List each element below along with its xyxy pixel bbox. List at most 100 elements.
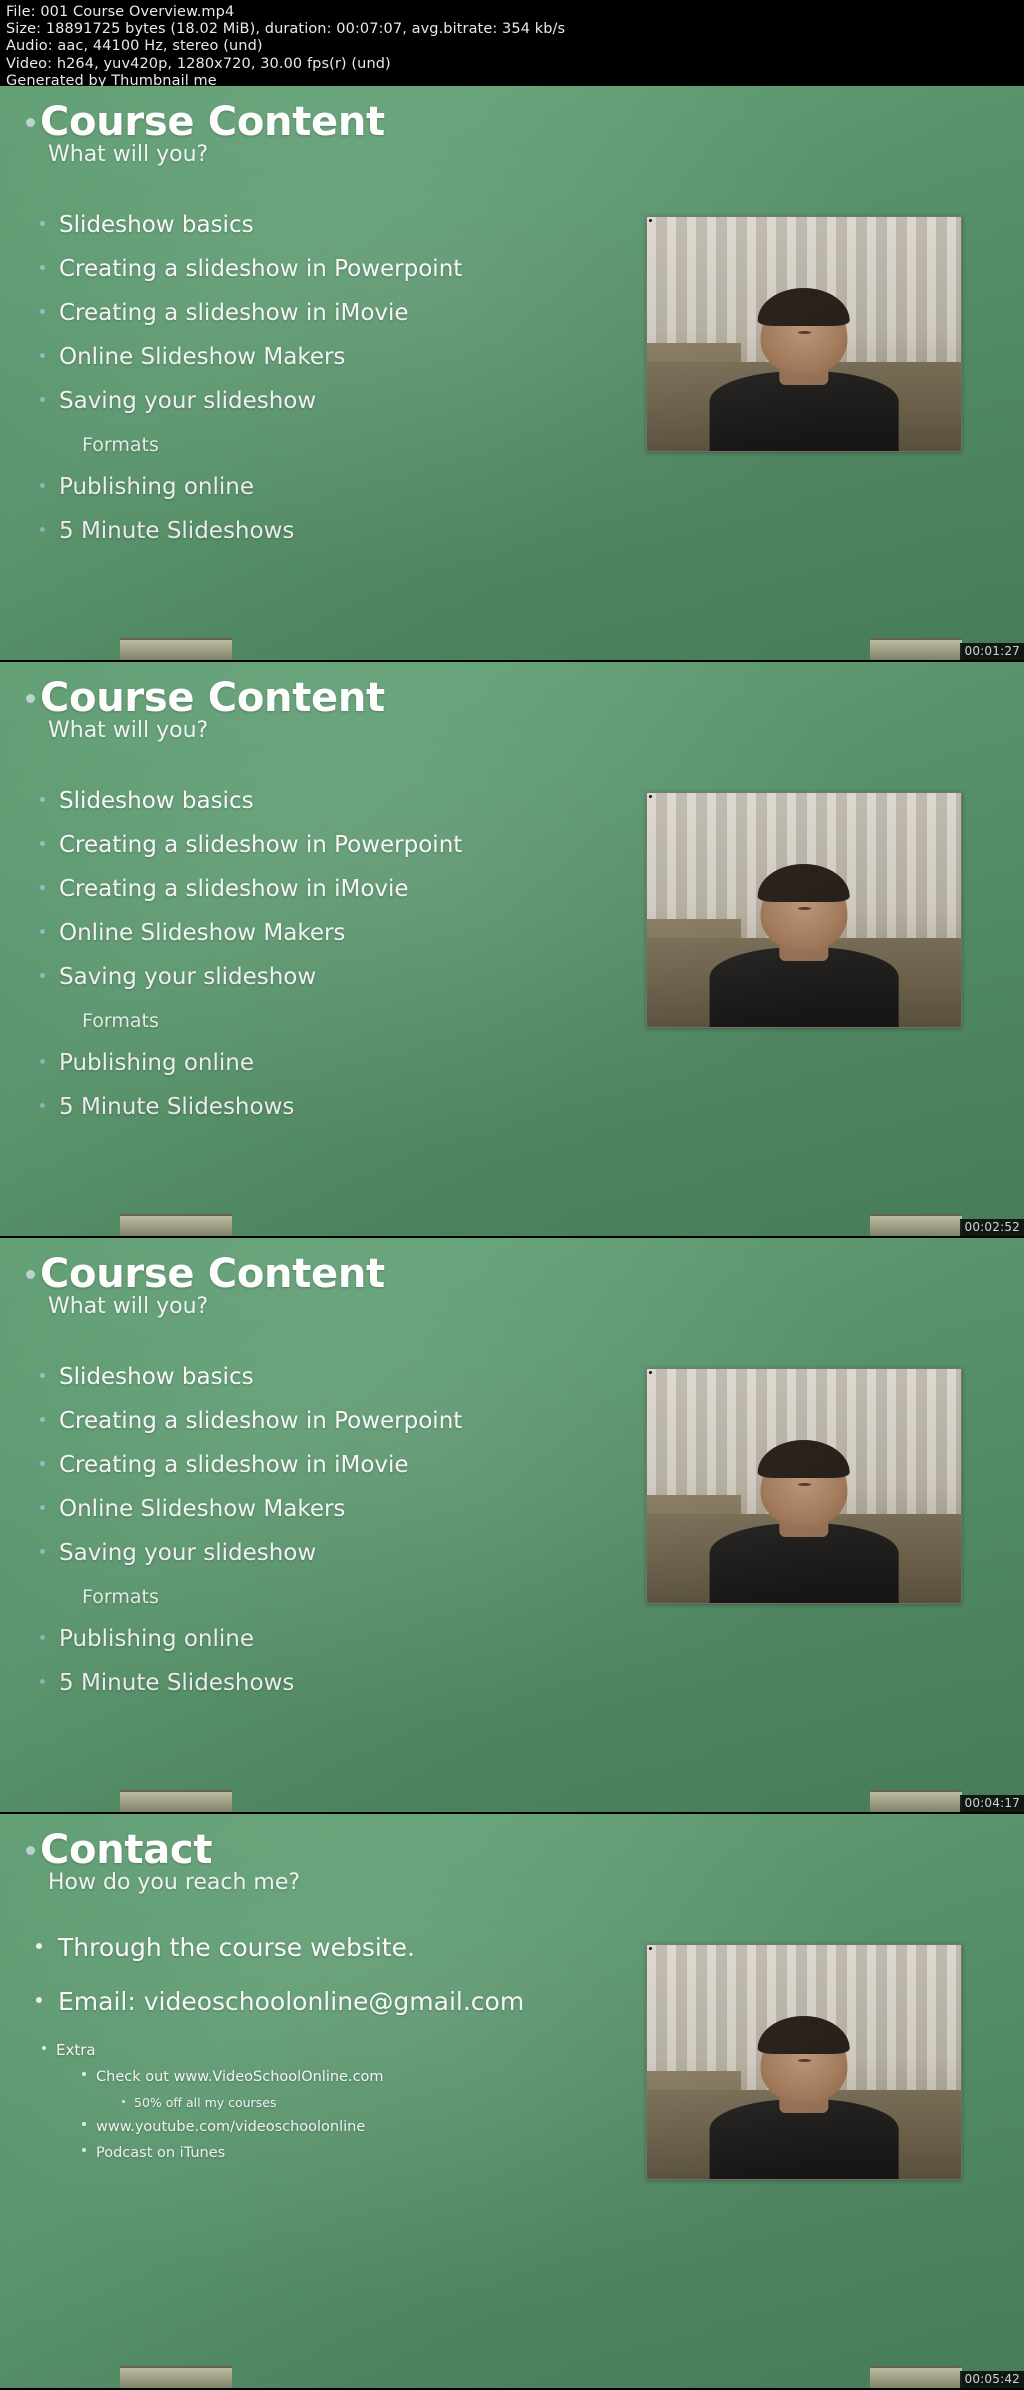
slide-bullet-item: Creating a slideshow in Powerpoint (40, 254, 600, 284)
slide-bullet-item: Publishing online (40, 1624, 600, 1654)
slide-bullet-text: Online Slideshow Makers (59, 342, 345, 372)
metadata-audio-line: Audio: aac, 44100 Hz, stereo (und) (6, 38, 1018, 55)
slide-bullet-item: Online Slideshow Makers (40, 342, 600, 372)
slide-bullet-item: 5 Minute Slideshows (40, 1668, 600, 1698)
bullet-dot-icon (42, 2046, 46, 2050)
presenter-hair (758, 288, 850, 326)
title-bullet-icon (26, 118, 35, 127)
slide-bullet-text: Through the course website. (58, 1932, 415, 1964)
video-metadata-header: File: 001 Course Overview.mp4 Size: 1889… (0, 0, 1024, 86)
bullet-dot-icon (40, 1549, 45, 1554)
slide-bullet-text: Online Slideshow Makers (59, 918, 345, 948)
thumbnail-timestamp: 00:04:17 (960, 1795, 1024, 1812)
slide-bullet-item: Formats (82, 1006, 600, 1036)
slide-bullet-text: Email: videoschoolonline@gmail.com (58, 1986, 524, 2018)
bullet-dot-icon (40, 1635, 45, 1640)
slide-title: Course Content (40, 676, 385, 720)
podium-strip-left (120, 1790, 232, 1812)
bullet-dot-icon (40, 1679, 45, 1684)
slide-bullet-item: Formats (82, 1582, 600, 1612)
slide-bullet-text: Publishing online (59, 1624, 254, 1654)
slide-bullet-item: Online Slideshow Makers (40, 1494, 600, 1524)
bullet-dot-icon (82, 2072, 86, 2076)
slide-bullet-item: www.youtube.com/videoschoolonline (82, 2118, 596, 2137)
slide-bullet-text: Saving your slideshow (59, 386, 316, 416)
slide-bullet-text: Creating a slideshow in iMovie (59, 1450, 409, 1480)
bullet-dot-icon (40, 1461, 45, 1466)
podium-strip-left (120, 638, 232, 660)
slide-bullet-item: Slideshow basics (40, 786, 600, 816)
webcam-corner-marker-icon (649, 1371, 652, 1374)
bullet-dot-icon (40, 1417, 45, 1422)
slide-thumbnail[interactable]: Course ContentWhat will you?Slideshow ba… (0, 662, 1024, 1238)
bullet-dot-icon (36, 1943, 42, 1949)
title-bullet-icon (26, 1270, 35, 1279)
slide-bullet-text: 50% off all my courses (134, 2094, 276, 2111)
thumbnail-timestamp: 00:05:42 (960, 2371, 1024, 2388)
podium-strip-right (870, 2366, 962, 2388)
podium-strip-right (870, 1214, 962, 1236)
presenter-hair (758, 864, 850, 902)
slide-bullet-text: Slideshow basics (59, 210, 254, 240)
slide-bullet-text: Publishing online (59, 1048, 254, 1078)
slide-thumbnail[interactable]: Course ContentWhat will you? Slideshow ba… (0, 1238, 1024, 1814)
slide-bullet-item: Creating a slideshow in Powerpoint (40, 1406, 600, 1436)
metadata-generator-line: Generated by Thumbnail me (6, 73, 1018, 86)
slide-bullet-text: Formats (82, 1582, 159, 1612)
slide-thumbnail[interactable]: Course ContentWhat will you? Slideshow ba… (0, 86, 1024, 662)
thumbnail-timestamp: 00:01:27 (960, 643, 1024, 660)
slide-bullet-text: 5 Minute Slideshows (59, 1092, 294, 1122)
webcam-overlay (646, 1944, 962, 2180)
bullet-dot-icon (40, 265, 45, 270)
slide-bullet-item: Creating a slideshow in iMovie (40, 874, 600, 904)
podium-strip-left (120, 2366, 232, 2388)
podium-strip-right (870, 1790, 962, 1812)
bullet-dot-icon (40, 1059, 45, 1064)
bullet-dot-icon (40, 929, 45, 934)
title-bullet-icon (26, 694, 35, 703)
slide-title: Course Content (40, 100, 385, 144)
presenter-mouth (798, 1483, 811, 1486)
slide-thumbnail[interactable]: ContactHow do you reach me?Through the c… (0, 1814, 1024, 2390)
slide-bullet-text: Publishing online (59, 472, 254, 502)
slide-bullet-item: Podcast on iTunes (82, 2144, 596, 2163)
slide-title-row: Course Content (26, 1252, 385, 1296)
title-bullet-icon (26, 1846, 35, 1855)
slide-bullet-item: 5 Minute Slideshows (40, 1092, 600, 1122)
podium-strip-left (120, 1214, 232, 1236)
slide-subtitle: What will you? (48, 1294, 208, 1320)
bullet-dot-icon (40, 353, 45, 358)
thumbnail-timestamp: 00:02:52 (960, 1219, 1024, 1236)
bullet-dot-icon (40, 527, 45, 532)
webcam-presenter (710, 854, 898, 1027)
slide-title: Contact (40, 1828, 212, 1872)
slide-bullet-text: www.youtube.com/videoschoolonline (96, 2118, 365, 2137)
slide-bullet-item: Saving your slideshow (40, 1538, 600, 1568)
slide-title-row: Course Content (26, 676, 385, 720)
slide-bullet-text: Formats (82, 430, 159, 460)
slide-bullet-item: 50% off all my courses (122, 2094, 596, 2111)
bullet-dot-icon (40, 841, 45, 846)
slide-bullet-item: Creating a slideshow in iMovie (40, 298, 600, 328)
slide-bullet-text: Podcast on iTunes (96, 2144, 225, 2163)
webcam-overlay (646, 216, 962, 452)
slide-bullet-item: Formats (82, 430, 600, 460)
bullet-dot-icon (122, 2100, 125, 2103)
slide-bullet-item: Creating a slideshow in iMovie (40, 1450, 600, 1480)
webcam-presenter (710, 278, 898, 451)
slide-bullet-text: Slideshow basics (59, 786, 254, 816)
slide-bullet-item: Online Slideshow Makers (40, 918, 600, 948)
slide-bullet-list: Slideshow basics Creating a slideshow in … (40, 210, 600, 560)
slide-bullet-item: Slideshow basics (40, 1362, 600, 1392)
slide-bullet-text: Saving your slideshow (59, 1538, 316, 1568)
slide-bullet-text: Slideshow basics (59, 1362, 254, 1392)
presenter-hair (758, 1440, 850, 1478)
slide-bullet-list: Through the course website. Email: videos… (36, 1932, 596, 2170)
slide-title-row: Course Content (26, 100, 385, 144)
presenter-mouth (798, 2059, 811, 2062)
slide-bullet-text: Creating a slideshow in Powerpoint (59, 254, 462, 284)
bullet-dot-icon (82, 2122, 86, 2126)
slide-subtitle: What will you? (48, 142, 208, 168)
metadata-file-line: File: 001 Course Overview.mp4 (6, 4, 1018, 21)
bullet-dot-icon (40, 797, 45, 802)
